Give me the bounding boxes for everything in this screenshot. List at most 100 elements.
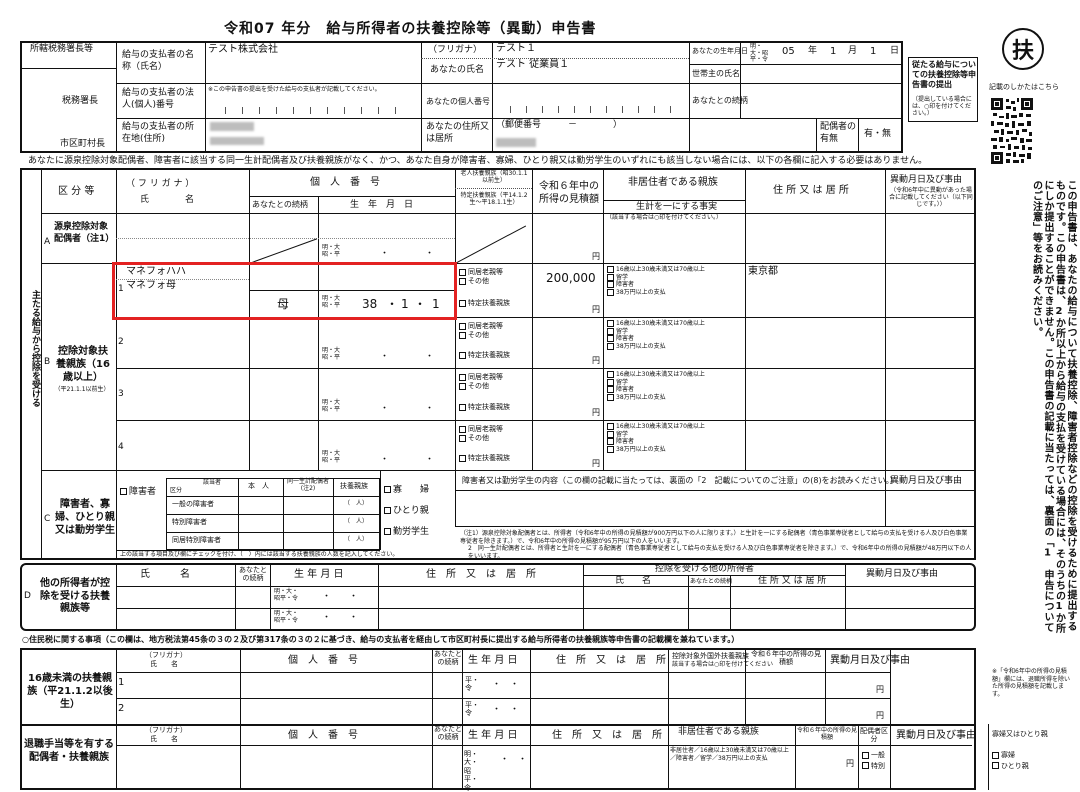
notice-text: あなたに源泉控除対象配偶者、障害者に該当する同一生計配偶者及び扶養親族がなく、か…	[28, 156, 928, 166]
r2-nr-relative: 非居住者である親族	[678, 727, 759, 737]
r2-nr-options[interactable]: 非居住者／16歳以上30歳未満又は70歳以上／障害者／留学／38万円以上の支払	[670, 747, 794, 763]
row2-nr-opts[interactable]: 16歳以上30歳未満又は70歳以上 留学 障害者 38万円以上の支払	[607, 320, 705, 350]
d-other-address: 住 所 又 は 居 所	[758, 576, 827, 586]
d-change: 異動月日及び事由	[866, 569, 939, 579]
your-address-label: あなたの住所又は居所	[426, 122, 490, 144]
c-detail-label: 障害者又は勤労学生の内容（この欄の記載に当たっては、裏面の「2 記載についてのご…	[462, 476, 898, 485]
household-head-label: 世帯主の氏名	[692, 69, 740, 78]
c-general: 一般の障害者	[172, 500, 214, 508]
row-b-sub: （平21.1.1以前生）	[54, 386, 110, 393]
c-self: 本 人	[248, 482, 269, 490]
dependent1-address[interactable]: 東京都	[748, 267, 778, 277]
furigana-value[interactable]: テスト１	[496, 44, 536, 54]
your-number-boxes[interactable]	[494, 92, 689, 116]
row-b-label: 控除対象扶養親族（16歳以上）	[56, 346, 110, 383]
r2-spouse-cat: 配偶者区分	[860, 727, 888, 744]
r2-widow-opts[interactable]: 寡婦 ひとり親	[992, 750, 1029, 771]
d-other-name: 氏 名	[615, 576, 652, 586]
row4-opts[interactable]: 同居老親等 その他	[459, 425, 503, 443]
col-change-note: （令和6年中に異動があった場合に記載してください（以下同じです。））	[889, 187, 973, 208]
row-a-label: 源泉控除対象配偶者（注1）	[54, 222, 115, 244]
row3-nr-opts[interactable]: 16歳以上30歳未満又は70歳以上 留学 障害者 38万円以上の支払	[607, 371, 705, 401]
form-title: 令和07 年分 給与所得者の扶養控除等（異動）申告書	[224, 21, 597, 37]
your-name-value[interactable]: テスト 従業員１	[496, 60, 569, 70]
student-check[interactable]: 勤労学生	[384, 524, 429, 537]
row-a-yen: 円	[592, 252, 600, 261]
c-cohabit-special: 同居特別障害者	[172, 536, 221, 544]
col-elder: 老人扶養親族（昭30.1.1以前生）	[460, 170, 528, 184]
r2-widow-single: 寡婦又はひとり親	[992, 730, 1048, 738]
col-specific: 特定扶養親族（平14.1.2生〜平18.1.1生）	[460, 192, 528, 206]
d-other-relation: あなたとの続柄	[690, 578, 732, 585]
r-era-1: 平・令	[465, 676, 479, 693]
r-mynumber: 個 人 番 号	[288, 655, 358, 666]
d-relation: あなたとの続柄	[239, 566, 267, 583]
widow-check[interactable]: 寡 婦	[384, 482, 429, 495]
c-note1: （注1）源泉控除対象配偶者とは、所得者（令和6年中の所得の見積額が900万円以下…	[460, 530, 968, 545]
your-address-redacted	[496, 138, 536, 147]
spouse-value[interactable]: 有・無	[864, 130, 891, 139]
r-era-2: 平・令	[465, 701, 479, 718]
row2-yen: 円	[592, 356, 600, 365]
right-instructions: この申告書は、あなたの給与について扶養控除、障害者控除などの控除を受けるために提…	[1030, 180, 1077, 634]
c-change-label: 異動月日及び事由	[890, 476, 963, 486]
single-check[interactable]: ひとり親	[384, 503, 429, 516]
office-label: 所轄税務署長等	[30, 44, 94, 54]
d-birthdate: 生 年 月 日	[294, 569, 344, 580]
row2-specific[interactable]: 特定扶養親族	[459, 350, 510, 360]
submission-note: 従たる給与についての扶養控除等申告書の提出	[912, 60, 976, 89]
c-people-1: （ 人）	[344, 500, 369, 507]
r-nonresident: 控除対象外国外扶養親族	[672, 652, 749, 660]
r2-income: 令和６年中の所得の見積額	[797, 727, 858, 741]
col-nonresident: 非居住者である親族	[628, 177, 718, 188]
c-people-2: （ 人）	[344, 518, 369, 525]
city-label: 市区町村長	[60, 139, 106, 149]
col-address: 住 所 又 は 居 所	[773, 185, 849, 196]
row3-opts[interactable]: 同居老親等 その他	[459, 373, 503, 391]
birth-day[interactable]: 1	[870, 47, 876, 57]
payer-number-label: 給与の支払者の法人(個人)番号	[122, 88, 195, 110]
main-table	[20, 168, 976, 560]
payer-address-redacted-2	[210, 137, 264, 145]
row4-era: 明・大昭・平	[322, 450, 341, 464]
row4-nr-opts[interactable]: 16歳以上30歳未満又は70歳以上 留学 障害者 38万円以上の支払	[607, 423, 705, 453]
retire-label: 退職手当等を有する配偶者・扶養親族	[24, 739, 114, 763]
furigana-label: （フリガナ）	[428, 45, 483, 55]
col-name: 氏 名	[140, 195, 195, 205]
col-income: 令和６年中の所得の見積額	[539, 181, 599, 205]
d-era-1: 明・大・昭平・令	[274, 588, 299, 602]
under16-label: 16歳未満の扶養親族（平21.1.2以後生）	[27, 673, 113, 710]
col-change: 異動月日及び事由	[890, 175, 963, 185]
qr-caption: 記載のしかたはこちら	[989, 83, 1059, 91]
birth-month[interactable]: 1	[830, 47, 836, 57]
payer-number-boxes[interactable]	[208, 96, 418, 116]
disabled-check[interactable]: 障害者	[120, 484, 156, 497]
row3-specific[interactable]: 特定扶養親族	[459, 402, 510, 412]
qr-code[interactable]	[991, 96, 1033, 166]
header-era: 明・大・昭平・令	[750, 43, 769, 64]
submission-sub: （提出している場合には、○印を付けてください。）	[912, 96, 972, 118]
r2-furigana: （フリガナ）	[145, 726, 187, 734]
d-other-taxpayer: 控除を受ける他の所得者	[655, 564, 755, 574]
row4-yen: 円	[592, 459, 600, 468]
day-unit: 日	[890, 46, 900, 56]
row1-specific[interactable]: 特定扶養親族	[459, 298, 510, 308]
r2-era: 明・大・昭平・令	[464, 750, 478, 792]
r2-spouse-opts[interactable]: 一般 特別	[862, 750, 885, 771]
payer-name-value[interactable]: テスト株式会社	[208, 45, 278, 55]
postal-label: （郵便番号 － ）	[496, 120, 623, 130]
row2-opts[interactable]: 同居老親等 その他	[459, 322, 503, 340]
c-same-spouse: 同一生計配偶者(注2)	[286, 478, 329, 492]
r-row2: 2	[118, 703, 125, 714]
r-relation: あなたとの続柄	[434, 650, 462, 666]
row1-nr-opts[interactable]: 16歳以上30歳未満又は70歳以上 留学 障害者 38万円以上の支払	[607, 266, 705, 296]
r2-name: 氏 名	[150, 735, 178, 743]
row4-specific[interactable]: 特定扶養親族	[459, 453, 510, 463]
c-category: 区分	[170, 487, 183, 494]
main-side-label: 主たる給与から控除を受ける	[30, 290, 40, 407]
row1-opts[interactable]: 同居老親等 その他	[459, 268, 503, 286]
payer-name-label: 給与の支払者の名称（氏名）	[122, 50, 195, 72]
r2-change: 異動月日及び事由	[896, 730, 976, 741]
dependent1-income[interactable]: 200,000	[546, 272, 596, 284]
birth-year[interactable]: 05	[782, 47, 795, 57]
